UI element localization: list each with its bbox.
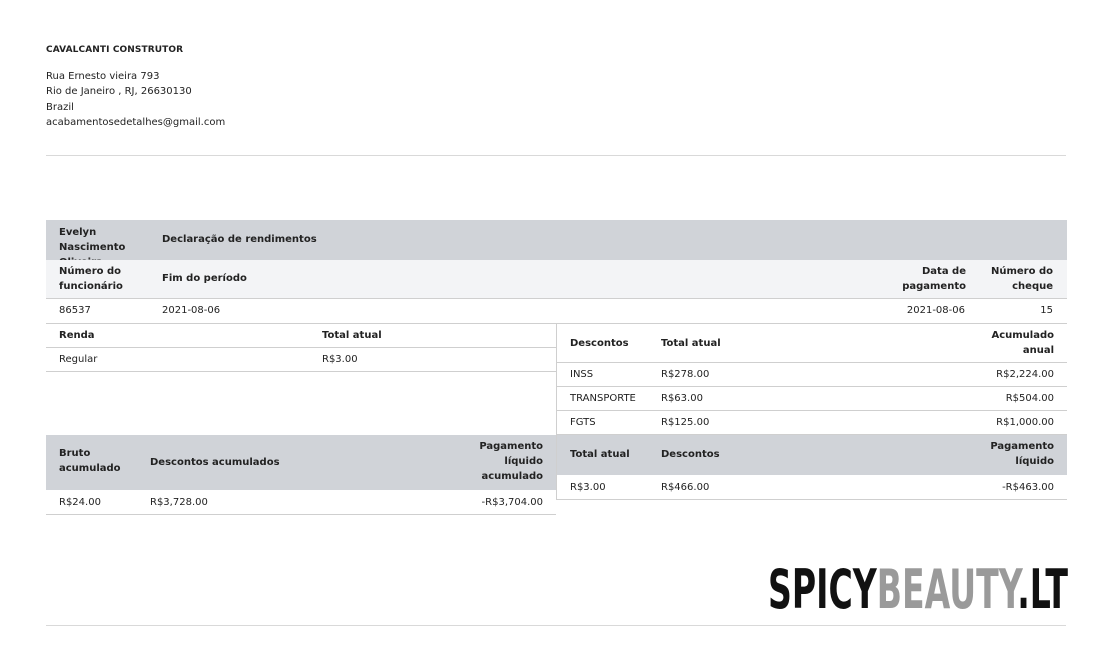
income-header-current: Total atual [322,330,382,341]
current-net-header: Pagamento líquido [990,441,1054,467]
income-header-label: Renda [59,330,95,341]
employee-number-header: Número do funcionário [59,266,123,292]
deduction-ytd: R$2,224.00 [996,369,1054,380]
company-country: Brazil [46,101,74,113]
ytd-deductions-header: Descontos acumulados [150,457,280,468]
statement-header: Evelyn Nascimento Oliveira Declaração de… [46,220,1067,324]
statement-headers-row: Número do funcionário Fim do período Dat… [46,260,1067,299]
ytd-summary-section: Bruto acumulado Descontos acumulados Pag… [46,435,556,515]
income-row-label: Regular [59,354,98,365]
deduction-label: FGTS [570,417,596,428]
current-net-value: -R$463.00 [1002,482,1054,493]
deductions-section: Descontos Total atual Acumulado anual IN… [556,323,1067,500]
employee-number-value: 86537 [59,305,91,316]
company-address-line2: Rio de Janeiro , RJ, 26630130 [46,86,192,98]
ytd-gross-value: R$24.00 [59,497,101,508]
ytd-gross-header: Bruto acumulado [59,448,121,474]
deduction-row: INSS R$278.00 R$2,224.00 [557,363,1067,387]
deductions-header-ytd: Acumulado anual [991,330,1054,356]
watermark-part-beauty: BEAUTY [877,560,1023,612]
deduction-current: R$278.00 [661,369,710,380]
period-end-value: 2021-08-06 [162,305,221,316]
company-email: acabamentosedetalhes@gmail.com [46,116,226,128]
current-deductions-header: Descontos [661,449,720,460]
watermark-part-spicy: SPICY [768,560,877,612]
deduction-current: R$125.00 [661,417,710,428]
deduction-ytd: R$504.00 [1005,393,1054,404]
statement-title: Declaração de rendimentos [162,234,317,245]
spicybeauty-watermark-logo: SPICYBEAUTY.LT [768,560,1068,612]
check-number-value: 15 [1040,305,1053,316]
ytd-net-value: -R$3,704.00 [481,497,543,508]
deductions-header-label: Descontos [570,338,629,349]
check-number-header: Número do cheque [990,266,1053,292]
watermark-text: SPICYBEAUTY.LT [768,560,1068,612]
deduction-label: TRANSPORTE [570,393,636,404]
current-summary-values-row: R$3.00 R$466.00 -R$463.00 [557,475,1067,500]
deduction-label: INSS [570,369,594,380]
ytd-deductions-value: R$3,728.00 [150,497,208,508]
deduction-current: R$63.00 [661,393,703,404]
statement-values-row: 86537 2021-08-06 2021-08-06 15 [46,299,1067,324]
current-total-header: Total atual [570,449,630,460]
payment-date-value: 2021-08-06 [906,305,965,316]
company-name: CAVALCANTI CONSTRUTOR [46,45,184,55]
company-header: CAVALCANTI CONSTRUTOR Rua Ernesto vieira… [46,45,225,130]
payment-date-header: Data de pagamento [902,266,966,292]
current-deductions-value: R$466.00 [661,482,710,493]
company-address-line1: Rua Ernesto vieira 793 [46,71,160,82]
header-divider [46,155,1066,156]
watermark-part-lt: .LT [1017,560,1068,612]
footer-divider [46,625,1066,626]
income-header-row: Renda Total atual [46,324,556,348]
income-row-current: R$3.00 [322,354,358,365]
current-summary-header-row: Total atual Descontos Pagamento líquido [557,435,1067,475]
income-row: Regular R$3.00 [46,348,556,372]
deduction-row: TRANSPORTE R$63.00 R$504.00 [557,387,1067,411]
statement-title-row: Evelyn Nascimento Oliveira Declaração de… [46,220,1067,268]
deductions-header-current: Total atual [661,338,721,349]
ytd-summary-header-row: Bruto acumulado Descontos acumulados Pag… [46,435,556,490]
ytd-net-header: Pagamento líquido acumulado [479,441,543,482]
deduction-ytd: R$1,000.00 [996,417,1054,428]
income-section: Renda Total atual Regular R$3.00 [46,324,556,372]
deductions-header-row: Descontos Total atual Acumulado anual [557,324,1067,363]
ytd-summary-values-row: R$24.00 R$3,728.00 -R$3,704.00 [46,490,556,515]
deduction-row: FGTS R$125.00 R$1,000.00 [557,411,1067,435]
period-end-header: Fim do período [162,273,247,284]
current-total-value: R$3.00 [570,482,606,493]
